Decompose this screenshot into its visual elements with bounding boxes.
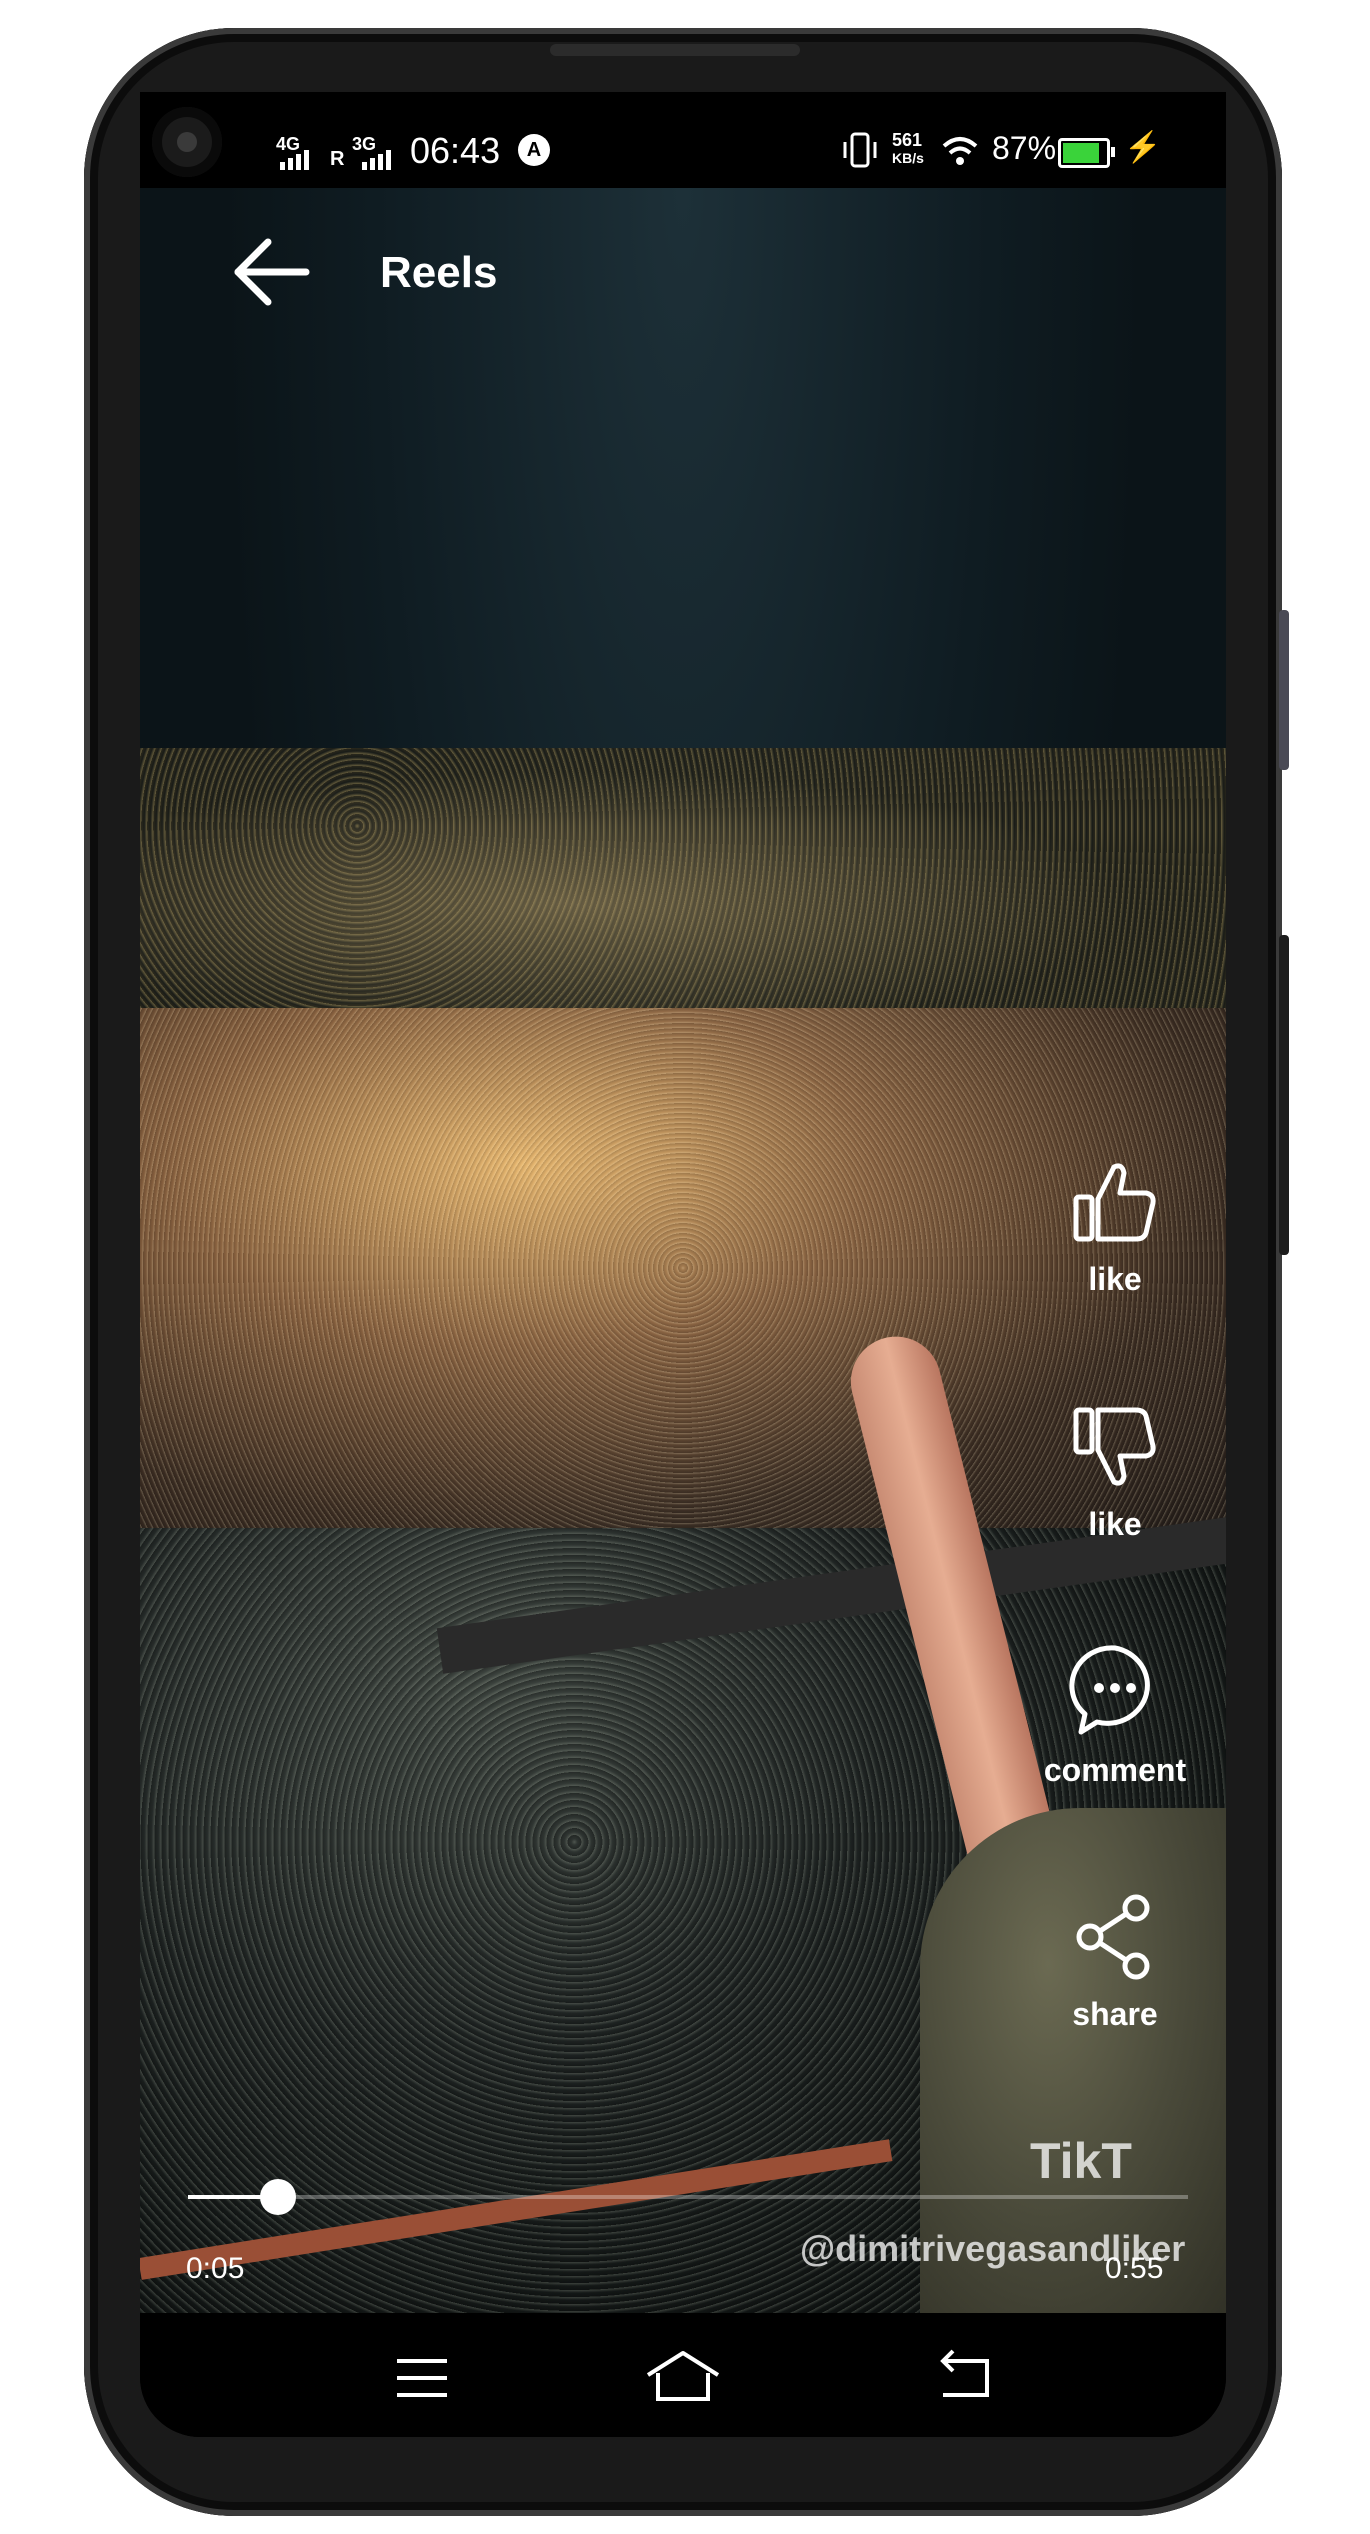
comment-button[interactable]: comment bbox=[1040, 1642, 1190, 1789]
thumbs-up-icon bbox=[1073, 1163, 1156, 1242]
video-crowd-background bbox=[140, 748, 1226, 1008]
share-button[interactable]: share bbox=[1040, 1892, 1190, 2033]
home-button[interactable] bbox=[633, 2343, 733, 2413]
comment-label: comment bbox=[1043, 1752, 1187, 1788]
recent-apps-button[interactable] bbox=[372, 2343, 472, 2413]
battery-percent: 87% bbox=[992, 130, 1057, 166]
thumbs-down-icon bbox=[1073, 1407, 1156, 1486]
video-progress-bar[interactable] bbox=[188, 2179, 1188, 2215]
status-bar: 4G R 3G 06:43 A 561 KB/s 87% ⚡ bbox=[140, 92, 1226, 188]
data-speed-value: 561 bbox=[892, 130, 923, 150]
charging-bolt-icon: ⚡ bbox=[1124, 131, 1162, 164]
battery-icon bbox=[1058, 138, 1115, 168]
wifi-icon bbox=[942, 137, 978, 165]
screen: 4G R 3G 06:43 A 561 KB/s 87% ⚡ Reels lik… bbox=[140, 92, 1226, 2437]
like-button[interactable]: like bbox=[1040, 1157, 1190, 1298]
system-back-button[interactable] bbox=[915, 2343, 1015, 2413]
dislike-button[interactable]: like bbox=[1040, 1402, 1190, 1543]
system-navigation-bar bbox=[140, 2313, 1226, 2437]
current-time: 0:05 bbox=[186, 2252, 245, 2285]
back-button[interactable] bbox=[228, 232, 318, 312]
share-icon bbox=[1076, 1894, 1150, 1980]
video-progress-thumb[interactable] bbox=[260, 2179, 296, 2215]
tiktok-watermark-logo: TikT bbox=[1030, 2133, 1132, 2189]
volume-button bbox=[1279, 610, 1289, 770]
back-icon bbox=[940, 2349, 989, 2397]
data-speed-unit: KB/s bbox=[892, 150, 924, 166]
home-icon bbox=[646, 2351, 720, 2401]
page-title: Reels bbox=[380, 248, 498, 297]
app-indicator-icon: A bbox=[518, 134, 550, 166]
power-button bbox=[1279, 935, 1289, 1255]
menu-icon bbox=[397, 2359, 447, 2397]
arrow-left-icon bbox=[234, 238, 310, 306]
comment-bubble-icon bbox=[1069, 1645, 1150, 1735]
video-duration: 0:55 bbox=[1105, 2252, 1164, 2285]
signal-bars-icon bbox=[280, 150, 309, 170]
vibrate-icon bbox=[843, 132, 877, 168]
reels-header: Reels bbox=[140, 188, 1226, 328]
dislike-label: like bbox=[1088, 1506, 1142, 1542]
earpiece-speaker bbox=[550, 44, 800, 56]
roaming-label: R bbox=[330, 148, 345, 170]
front-camera bbox=[152, 107, 222, 177]
status-time: 06:43 bbox=[410, 130, 501, 171]
share-label: share bbox=[1072, 1996, 1158, 2032]
signal-bars-2-icon bbox=[362, 150, 391, 170]
like-label: like bbox=[1088, 1261, 1142, 1297]
